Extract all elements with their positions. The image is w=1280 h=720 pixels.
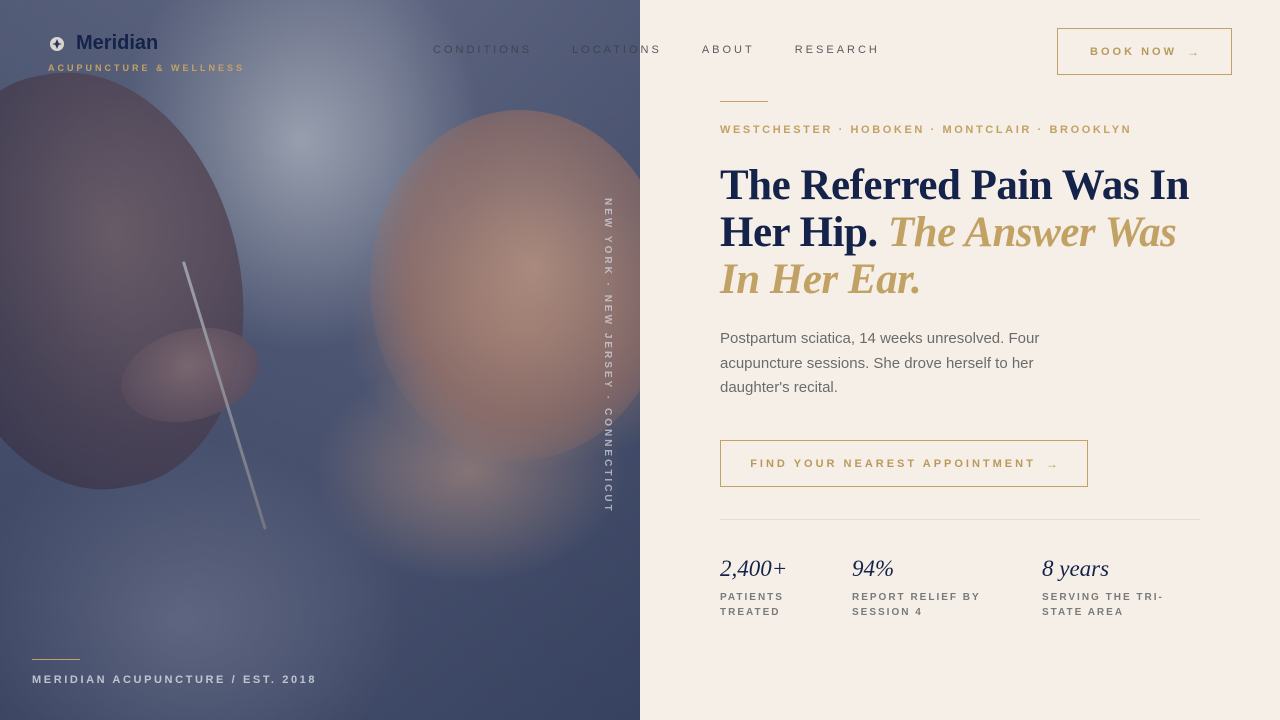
brand-name: Meridian [76,32,159,54]
stat-years: 8 years SERVING THE TRI-STATE AREA [1042,556,1182,620]
stat-label: REPORT RELIEF BY SESSION 4 [852,592,981,618]
nav-about[interactable]: ABOUT [702,44,755,56]
accent-divider [720,101,768,102]
hero-photo [0,0,640,720]
book-now-label: BOOK NOW [1090,45,1177,58]
arrow-right-icon: → [1186,44,1199,59]
find-appointment-button[interactable]: FIND YOUR NEAREST APPOINTMENT → [720,440,1088,487]
cta-label: FIND YOUR NEAREST APPOINTMENT [750,457,1036,470]
brand-tagline: ACUPUNCTURE & WELLNESS [48,63,246,73]
stat-label: PATIENTS TREATED [720,592,784,618]
hero-body: Postpartum sciatica, 14 weeks unresolved… [720,330,1040,396]
nav-conditions[interactable]: CONDITIONS [433,44,532,56]
footer-caption: MERIDIAN ACUPUNCTURE / EST. 2018 [32,674,318,686]
main-nav: CONDITIONS LOCATIONS ABOUT RESEARCH [433,44,920,56]
regions-vertical-text: NEW YORK · NEW JERSEY · CONNECTICUT [602,198,613,514]
stat-value: 8 years [1042,556,1110,581]
lotus-icon [48,35,66,53]
stat-value: 2,400+ [720,556,788,581]
brand[interactable]: Meridian ACUPUNCTURE & WELLNESS [48,32,245,73]
locations-list: WESTCHESTER · HOBOKEN · MONTCLAIR · BROO… [720,124,1133,136]
nav-research[interactable]: RESEARCH [795,44,880,56]
arrow-right-icon: → [1045,456,1058,471]
footer-divider [32,659,80,660]
stat-patients: 2,400+ PATIENTS TREATED [720,556,820,620]
nav-locations[interactable]: LOCATIONS [572,44,662,56]
stat-relief: 94% REPORT RELIEF BY SESSION 4 [852,556,1002,620]
photo-overlay [0,0,640,720]
stats-divider [720,519,1200,520]
stat-label: SERVING THE TRI-STATE AREA [1042,592,1164,618]
hero-headline: The Referred Pain Was In Her Hip. The An… [720,162,1200,303]
book-now-button[interactable]: BOOK NOW → [1057,28,1232,75]
stat-value: 94% [852,556,895,581]
